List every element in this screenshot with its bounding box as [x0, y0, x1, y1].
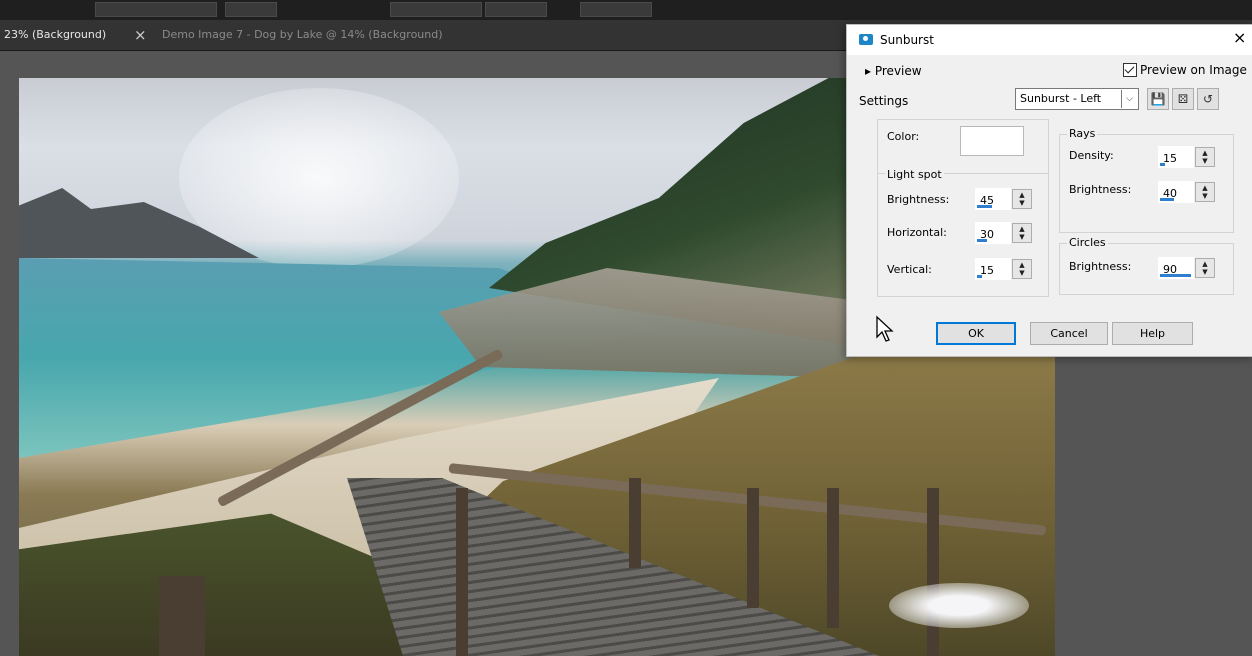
toolbar-control[interactable]	[485, 2, 547, 17]
rays-density-spinner[interactable]: 15 ▲ ▼	[1158, 146, 1216, 168]
settings-label: Settings	[859, 94, 909, 108]
rays-brightness-label: Brightness:	[1069, 183, 1132, 196]
rays-density-stepper[interactable]: ▲ ▼	[1195, 147, 1215, 167]
reset-button[interactable]: ↺	[1197, 88, 1219, 110]
increment-icon[interactable]: ▲	[1198, 260, 1212, 268]
triangle-right-icon: ▸	[865, 64, 872, 78]
light-brightness-level	[977, 205, 993, 208]
randomize-button[interactable]: ⚄	[1172, 88, 1194, 110]
circles-brightness-field[interactable]: 90	[1158, 257, 1194, 279]
increment-icon[interactable]: ▲	[1198, 184, 1212, 192]
light-brightness-field[interactable]: 45	[975, 188, 1011, 210]
rays-density-field[interactable]: 15	[1158, 146, 1194, 168]
preview-toggle[interactable]: ▸ Preview	[865, 64, 922, 78]
circles-brightness-spinner[interactable]: 90 ▲ ▼	[1158, 257, 1216, 279]
sunburst-dialog: Sunburst × ▸ Preview Preview on Image Se…	[846, 24, 1252, 357]
preview-label: Preview	[874, 64, 922, 78]
color-swatch[interactable]	[960, 126, 1024, 156]
toolbar-control[interactable]	[390, 2, 482, 17]
vertical-label: Vertical:	[887, 263, 932, 276]
light-spot-legend: Light spot	[885, 168, 944, 181]
light-brightness-spinner[interactable]: 45 ▲ ▼	[975, 188, 1033, 210]
circles-brightness-label: Brightness:	[1069, 260, 1132, 273]
reset-icon: ↺	[1202, 92, 1214, 106]
light-brightness-label: Brightness:	[887, 193, 950, 206]
vertical-field[interactable]: 15	[975, 258, 1011, 280]
circles-legend: Circles	[1067, 236, 1108, 249]
preset-value: Sunburst - Left	[1020, 92, 1102, 105]
fence-post	[927, 488, 939, 656]
decrement-icon[interactable]: ▼	[1015, 233, 1029, 241]
help-button[interactable]: Help	[1112, 322, 1193, 345]
rays-legend: Rays	[1067, 127, 1098, 140]
white-flowers	[889, 583, 1029, 628]
circles-brightness-stepper[interactable]: ▲ ▼	[1195, 258, 1215, 278]
randomize-icon: ⚄	[1177, 92, 1189, 106]
decrement-icon[interactable]: ▼	[1015, 199, 1029, 207]
rays-brightness-field[interactable]: 40	[1158, 181, 1194, 203]
rays-brightness-level	[1160, 198, 1174, 201]
fence-post	[747, 488, 759, 608]
color-label: Color:	[887, 130, 920, 143]
fence-post	[827, 488, 839, 628]
toolbar-control[interactable]	[580, 2, 652, 17]
toolbar-control[interactable]	[225, 2, 277, 17]
decrement-icon[interactable]: ▼	[1198, 192, 1212, 200]
horizontal-field[interactable]: 30	[975, 222, 1011, 244]
sunburst-app-icon	[859, 34, 873, 45]
horizontal-label: Horizontal:	[887, 226, 947, 239]
save-icon: 💾	[1150, 92, 1166, 106]
ok-button[interactable]: OK	[936, 322, 1016, 345]
preset-dropdown[interactable]: Sunburst - Left ⌵	[1015, 88, 1139, 110]
save-preset-button[interactable]: 💾	[1147, 88, 1169, 110]
fence-post	[629, 478, 641, 568]
chevron-down-icon[interactable]: ⌵	[1121, 90, 1137, 108]
decrement-icon[interactable]: ▼	[1198, 157, 1212, 165]
cancel-button[interactable]: Cancel	[1030, 322, 1108, 345]
fence-post	[456, 488, 468, 656]
mouse-pointer-icon	[876, 315, 894, 342]
vertical-value: 15	[980, 264, 994, 277]
dialog-title: Sunburst	[880, 33, 934, 47]
horizontal-level	[977, 239, 988, 242]
light-brightness-stepper[interactable]: ▲ ▼	[1012, 189, 1032, 209]
rays-density-value: 15	[1163, 152, 1177, 165]
tool-options-bar	[0, 0, 1252, 20]
circles-brightness-level	[1160, 274, 1191, 277]
vertical-level	[977, 275, 983, 278]
decrement-icon[interactable]: ▼	[1015, 269, 1029, 277]
tab-current-image[interactable]: 23% (Background)	[4, 20, 106, 50]
increment-icon[interactable]: ▲	[1015, 225, 1029, 233]
vertical-spinner[interactable]: 15 ▲ ▼	[975, 258, 1033, 280]
increment-icon[interactable]: ▲	[1015, 191, 1029, 199]
increment-icon[interactable]: ▲	[1198, 149, 1212, 157]
fence-post	[159, 576, 205, 656]
toolbar-control[interactable]	[95, 2, 217, 17]
rays-density-level	[1160, 163, 1166, 166]
increment-icon[interactable]: ▲	[1015, 261, 1029, 269]
tab-close-icon[interactable]: ×	[134, 20, 147, 50]
vertical-stepper[interactable]: ▲ ▼	[1012, 259, 1032, 279]
decrement-icon[interactable]: ▼	[1198, 268, 1212, 276]
close-icon[interactable]: ×	[1233, 30, 1246, 46]
rays-brightness-stepper[interactable]: ▲ ▼	[1195, 182, 1215, 202]
tab-demo-image-7[interactable]: Demo Image 7 - Dog by Lake @ 14% (Backgr…	[162, 20, 443, 50]
dialog-titlebar[interactable]: Sunburst ×	[847, 25, 1252, 55]
preview-on-image-checkbox[interactable]	[1123, 63, 1137, 77]
preview-on-image-label[interactable]: Preview on Image	[1140, 63, 1247, 77]
rays-density-label: Density:	[1069, 149, 1114, 162]
horizontal-stepper[interactable]: ▲ ▼	[1012, 223, 1032, 243]
rays-brightness-spinner[interactable]: 40 ▲ ▼	[1158, 181, 1216, 203]
horizontal-spinner[interactable]: 30 ▲ ▼	[975, 222, 1033, 244]
